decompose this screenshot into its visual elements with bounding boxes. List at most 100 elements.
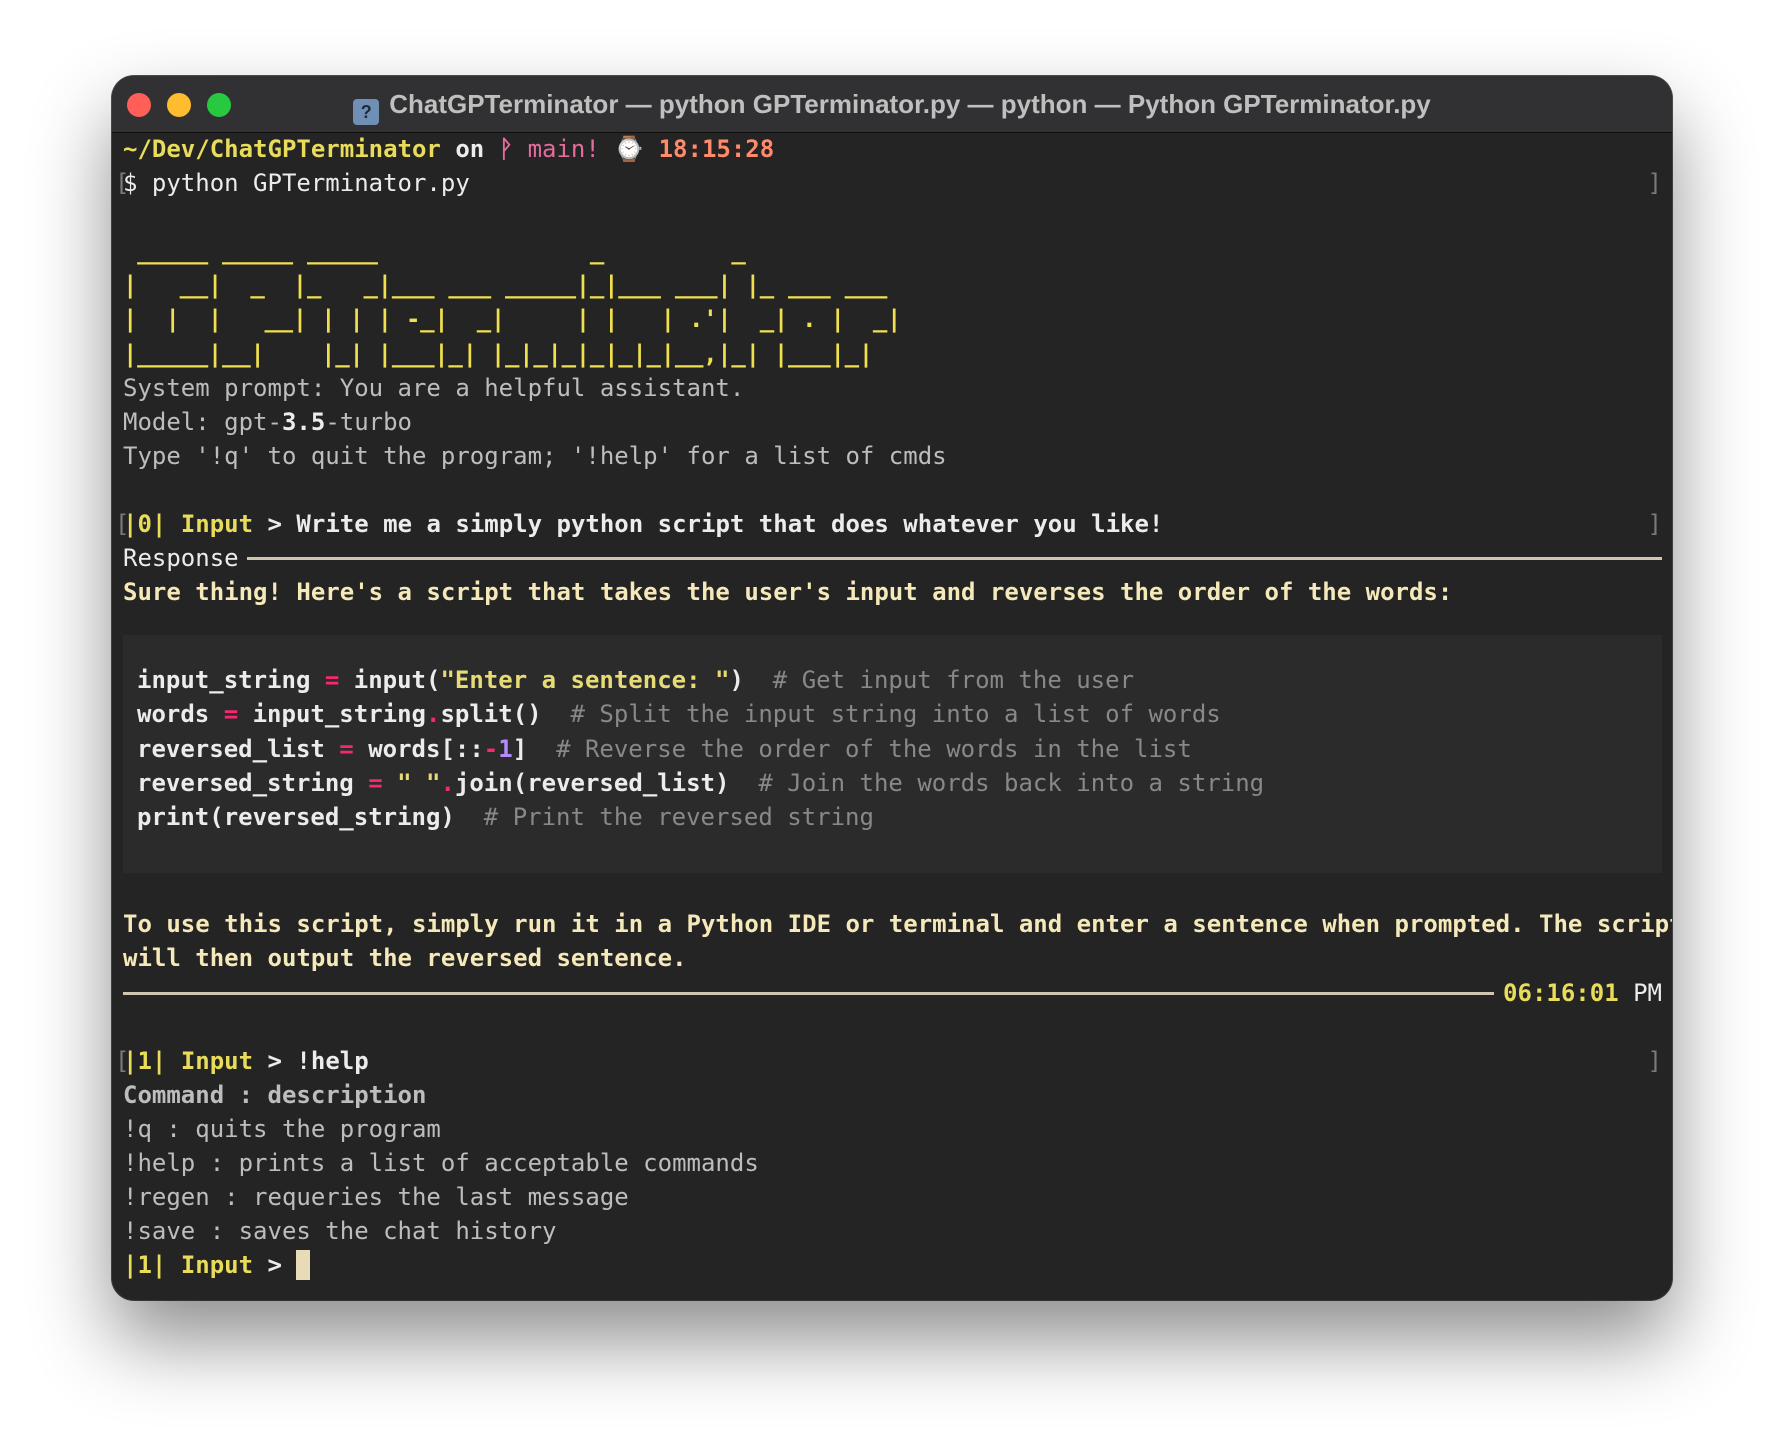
response-timestamp: 06:16:01: [1503, 978, 1619, 1007]
code-token: reversed_list: [137, 734, 325, 763]
input-arrow: >: [267, 1046, 282, 1075]
prompt-time: 18:15:28: [658, 135, 775, 163]
help-hint: Type '!q' to quit the program; '!help' f…: [123, 441, 947, 470]
code-token: split(): [440, 700, 542, 729]
input-label: Input: [180, 510, 254, 539]
code-padding: [123, 635, 1662, 663]
code-comment: # Join the words back into a string: [758, 768, 1265, 797]
window-title: ChatGPTerminator — python GPTerminator.p…: [389, 89, 1431, 119]
help-item: !regen : requeries the last message: [123, 1183, 629, 1212]
code-token: =: [368, 768, 383, 797]
code-block[interactable]: input_string = input("Enter a sentence: …: [123, 635, 1662, 874]
response-footer: 06:16:01 PM: [123, 976, 1662, 1010]
terminal-window: ? ChatGPTerminator — python GPTerminator.…: [112, 76, 1672, 1300]
prompt-path: ~/Dev/ChatGPTerminator: [123, 135, 441, 163]
ascii-banner-line: | | | __| | | | -_| _| | | | .'| _| . | …: [123, 305, 902, 334]
text-cursor[interactable]: [296, 1250, 311, 1281]
ascii-banner-line: |_____|__| |_| |___|_| |_|_|_|_|_|_|__,|…: [123, 339, 873, 368]
help-item: !save : saves the chat history: [123, 1217, 557, 1246]
code-line: input_string = input("Enter a sentence: …: [123, 663, 1662, 697]
code-comment: # Reverse the order of the words in the …: [556, 734, 1192, 763]
code-token: ): [729, 666, 744, 695]
help-header: Command : description: [123, 1080, 427, 1109]
input-prompt-1: [|1| Input > !help]: [115, 1044, 1662, 1078]
turn-index: |1|: [123, 1046, 167, 1075]
model-suffix: -turbo: [325, 407, 413, 436]
git-branch: main!: [527, 135, 600, 163]
prompt-on: on: [455, 135, 485, 163]
title-bar[interactable]: ? ChatGPTerminator — python GPTerminator.…: [112, 76, 1672, 133]
help-item: !q : quits the program: [123, 1114, 441, 1143]
line-bracket-left: [: [115, 510, 130, 539]
model-label: Model: gpt-: [123, 407, 282, 436]
input-arrow: >: [267, 1251, 282, 1280]
command-text: $ python GPTerminator.py: [123, 169, 470, 198]
response-label: Response: [123, 544, 239, 573]
code-line: print(reversed_string) # Print the rever…: [123, 800, 1662, 834]
turn-index: |0|: [123, 510, 167, 539]
input-prompt-0: [|0| Input > Write me a simply python sc…: [115, 507, 1662, 541]
response-divider: [247, 557, 1662, 561]
code-token: 1: [498, 734, 513, 763]
code-token: ]: [512, 734, 528, 763]
input-label: Input: [180, 1046, 254, 1075]
code-token: " ": [397, 768, 441, 797]
response-outro: will then output the reversed sentence.: [123, 944, 687, 973]
code-line: reversed_string = " ".join(reversed_list…: [123, 766, 1662, 800]
user-message: !help: [296, 1046, 369, 1075]
ascii-banner-line: | __| _ |_ _|___ ___ _____|_|___ ___| |_…: [123, 271, 888, 300]
code-token: =: [339, 734, 354, 763]
code-token: words[::: [368, 734, 484, 763]
line-bracket-right: ]: [1647, 510, 1662, 539]
code-token: =: [223, 700, 239, 729]
input-arrow: >: [267, 510, 282, 539]
input-label: Input: [180, 1251, 254, 1280]
code-comment: # Print the reversed string: [483, 802, 874, 831]
code-comment: # Split the input string into a list of …: [570, 700, 1221, 729]
response-ampm: PM: [1633, 978, 1662, 1007]
help-item: !help : prints a list of acceptable comm…: [123, 1148, 759, 1177]
code-line: reversed_list = words[::-1] # Reverse th…: [123, 732, 1662, 766]
code-token: input_string: [252, 700, 426, 729]
git-branch-icon: ᚹ: [498, 135, 514, 163]
code-token: input(: [353, 666, 441, 695]
code-token: .: [440, 768, 455, 797]
command-line: [$ python GPTerminator.py]: [115, 166, 1662, 200]
code-comment: # Get input from the user: [772, 666, 1135, 695]
line-bracket-right: ]: [1647, 1046, 1662, 1075]
script-file-icon: ?: [353, 99, 380, 125]
line-bracket-left: [: [115, 169, 130, 198]
code-token: "Enter a sentence: ": [440, 666, 730, 695]
user-message: Write me a simply python script that doe…: [296, 510, 1164, 539]
code-token: =: [324, 666, 340, 695]
response-intro: Sure thing! Here's a script that takes t…: [123, 578, 1453, 607]
shell-prompt-line: ~/Dev/ChatGPTerminator on ᚹ main! ⌚ 18:1…: [123, 132, 1662, 166]
code-token: join(reversed_list): [454, 768, 730, 797]
response-divider: [123, 991, 1494, 995]
code-token: print(reversed_string): [137, 802, 455, 831]
current-input-prompt[interactable]: |1| Input >: [123, 1248, 1662, 1282]
watch-icon: ⌚: [614, 135, 645, 163]
model-version: 3.5: [281, 407, 326, 436]
line-bracket-right: ]: [1647, 169, 1662, 198]
response-outro: To use this script, simply run it in a P…: [123, 910, 1672, 939]
window-title-container: ? ChatGPTerminator — python GPTerminator.…: [112, 76, 1672, 132]
terminal-content[interactable]: ~/Dev/ChatGPTerminator on ᚹ main! ⌚ 18:1…: [115, 132, 1672, 1300]
code-line: words = input_string.split() # Split the…: [123, 697, 1662, 731]
response-header: Response: [123, 541, 1662, 575]
code-token: input_string: [137, 666, 311, 695]
turn-index: |1|: [123, 1251, 167, 1280]
code-token: reversed_string: [137, 768, 354, 797]
model-info: Model: gpt-3.5-turbo: [123, 405, 1662, 439]
system-prompt-info: System prompt: You are a helpful assista…: [123, 373, 745, 402]
ascii-banner-line: _____ _____ _____ _ _: [123, 237, 746, 266]
response-timestamp-wrap: 06:16:01 PM: [1503, 976, 1662, 1010]
code-token: -: [483, 734, 499, 763]
code-token: words: [137, 700, 210, 729]
code-token: .: [426, 700, 441, 729]
